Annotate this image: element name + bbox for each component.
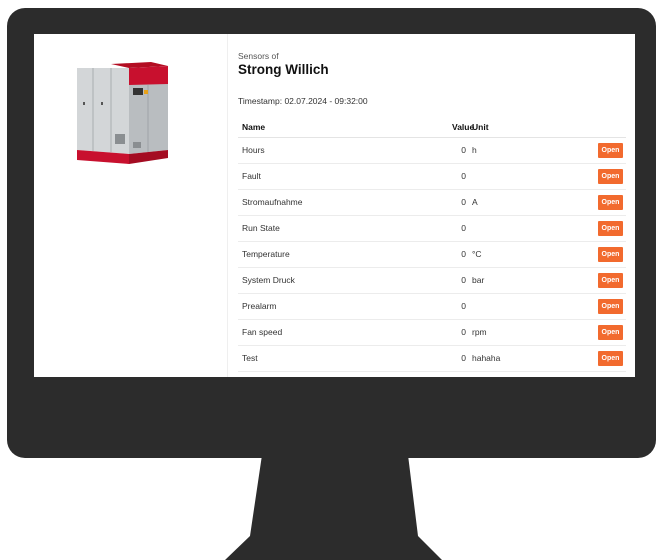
table-row: Prealarm 0 Open	[238, 294, 626, 320]
sensor-name: Stromaufnahme	[242, 197, 303, 207]
sensor-name: Temperature	[242, 249, 290, 259]
open-button[interactable]: Open	[598, 325, 623, 340]
sensor-unit: bar	[472, 275, 485, 285]
sensor-value: 0	[461, 171, 466, 181]
sensor-value: 0	[461, 197, 466, 207]
sensor-unit: °C	[472, 249, 482, 259]
column-header-name: Name	[242, 122, 266, 132]
machine-image-panel	[34, 34, 228, 377]
machine-title: Strong Willich	[238, 62, 329, 77]
table-row: System Druck 0 bar Open	[238, 268, 626, 294]
sensor-name: Fan speed	[242, 327, 283, 337]
table-row: Run State 0 Open	[238, 216, 626, 242]
open-button[interactable]: Open	[598, 351, 623, 366]
open-button[interactable]: Open	[598, 221, 623, 236]
table-row: Fan speed 0 rpm Open	[238, 320, 626, 346]
column-header-value: Value	[452, 122, 475, 132]
table-row: Stromaufnahme 0 A Open	[238, 190, 626, 216]
sensor-name: Hours	[242, 145, 265, 155]
sensor-value: 0	[461, 327, 466, 337]
table-row: Hours 0 h Open	[238, 138, 626, 164]
open-button[interactable]: Open	[598, 143, 623, 158]
timestamp: Timestamp: 02.07.2024 - 09:32:00	[238, 96, 368, 106]
sensor-unit: A	[472, 197, 478, 207]
sensor-unit: h	[472, 145, 477, 155]
sensor-value: 0	[461, 249, 466, 259]
sensor-name: Prealarm	[242, 301, 277, 311]
column-header-unit: Unit	[472, 122, 489, 132]
sensor-name: System Druck	[242, 275, 295, 285]
open-button[interactable]: Open	[598, 247, 623, 262]
table-row: Temperature 0 °C Open	[238, 242, 626, 268]
table-row: Test 0 hahaha Open	[238, 346, 626, 372]
sensor-value: 0	[461, 301, 466, 311]
sensor-value: 0	[461, 353, 466, 363]
sensor-name: Run State	[242, 223, 280, 233]
sensor-value: 0	[461, 145, 466, 155]
compressor-machine-icon	[77, 62, 168, 164]
sensor-panel: Sensors of Strong Willich Timestamp: 02.…	[238, 34, 635, 377]
sensor-value: 0	[461, 223, 466, 233]
screen: Sensors of Strong Willich Timestamp: 02.…	[34, 34, 635, 377]
sensor-name: Test	[242, 353, 258, 363]
open-button[interactable]: Open	[598, 169, 623, 184]
subtitle: Sensors of	[238, 51, 279, 61]
sensor-table: Name Value Unit Hours 0 h Open Fault 0 O…	[238, 117, 626, 372]
sensor-unit: hahaha	[472, 353, 501, 363]
sensor-name: Fault	[242, 171, 261, 181]
sensor-value: 0	[461, 275, 466, 285]
table-row: Fault 0 Open	[238, 164, 626, 190]
open-button[interactable]: Open	[598, 299, 623, 314]
table-header: Name Value Unit	[238, 117, 626, 138]
open-button[interactable]: Open	[598, 195, 623, 210]
sensor-unit: rpm	[472, 327, 487, 337]
open-button[interactable]: Open	[598, 273, 623, 288]
